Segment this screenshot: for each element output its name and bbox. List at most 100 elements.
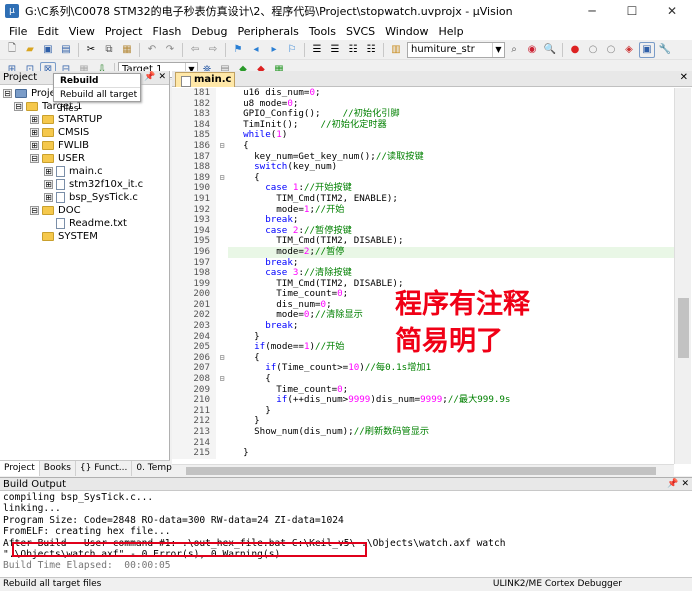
fold-marker-icon[interactable]: ⊟ [216,141,228,152]
fold-marker-icon [216,300,228,311]
code-line[interactable]: 213 Show_num(dis_num);//刷新数码管显示 [172,426,674,438]
build-output-text[interactable]: compiling bsp_SysTick.c... linking... Pr… [0,491,692,572]
fold-marker-icon [216,385,228,396]
pin-icon[interactable]: 📌 [667,479,678,489]
find-in-files-icon[interactable]: ▥ [388,42,404,58]
tree-node-fwlib[interactable]: ⊞ FWLIB [0,139,169,152]
scroll-thumb[interactable] [678,298,689,358]
pin-icon[interactable]: 📌 [144,72,155,82]
menu-debug[interactable]: Debug [186,25,232,38]
save-icon[interactable]: ▣ [40,42,56,58]
copy-icon[interactable]: ⧉ [101,42,117,58]
fold-marker-icon [216,363,228,374]
menu-edit[interactable]: Edit [32,25,63,38]
menu-flash[interactable]: Flash [147,25,186,38]
breakpoint-icon[interactable]: ○ [585,42,601,58]
fold-marker-icon [216,332,228,343]
paste-icon[interactable]: ▦ [119,42,135,58]
close-button[interactable]: ✕ [652,0,692,22]
fold-marker-icon [216,342,228,353]
menu-help[interactable]: Help [434,25,469,38]
code-line[interactable]: 196 mode=2;//暂停 [172,246,674,258]
tree-node-cmsis[interactable]: ⊞ CMSIS [0,126,169,139]
clear-bookmarks-icon[interactable]: ⚐ [284,42,300,58]
tree-node-system[interactable]: SYSTEM [0,230,169,243]
tree-node-doc[interactable]: ⊟ DOC [0,204,169,217]
fold-marker-icon [216,321,228,332]
fold-marker-icon [216,395,228,406]
uvision-app-icon: µ [5,4,19,18]
fold-marker-icon [216,205,228,216]
code-area[interactable]: 181 u16 dis_num=0; 182 u8 mode=0; 183 GPIO… [172,88,674,464]
menu-view[interactable]: View [64,25,100,38]
fold-marker-icon [216,438,228,449]
incremental-find-icon[interactable]: ◉ [524,42,540,58]
fold-marker-icon[interactable]: ⊟ [216,173,228,184]
indent-icon[interactable]: ☰ [309,42,325,58]
output-line: FromELF: creating hex file... [3,526,171,538]
code-editor: main.c ✕ 181 u16 dis_num=0; 182 u8 mode=0… [172,71,692,476]
fold-marker-icon [216,130,228,141]
bookmark-icon[interactable]: ⚑ [230,42,246,58]
nav-back-icon[interactable]: ⇦ [187,42,203,58]
undo-icon[interactable]: ↶ [144,42,160,58]
fold-marker-icon [216,427,228,438]
close-panel-icon[interactable]: ✕ [158,72,166,82]
annotation-overlay: 程序有注释 简易明了 [395,286,530,360]
tree-node-startup[interactable]: ⊞ STARTUP [0,113,169,126]
configure-icon[interactable]: 🔧 [657,42,673,58]
horizontal-scrollbar[interactable] [172,464,674,476]
minimize-button[interactable]: ─ [572,0,612,22]
tree-node-stm32f10x-it-c[interactable]: ⊞ stm32f10x_it.c [0,178,169,191]
tree-node-readme[interactable]: Readme.txt [0,217,169,230]
close-panel-icon[interactable]: ✕ [681,479,689,489]
new-file-icon[interactable]: 🗋 [4,42,20,58]
code-line[interactable]: 181 u16 dis_num=0; [172,88,674,99]
result-highlight-box [12,542,367,557]
open-folder-icon[interactable]: ▰ [22,42,38,58]
chevron-down-icon: ▼ [492,42,504,57]
fold-marker-icon [216,416,228,427]
scroll-thumb[interactable] [186,467,656,475]
fold-marker-icon[interactable]: ⊟ [216,374,228,385]
menu-tools[interactable]: Tools [304,25,341,38]
fold-marker-icon [216,120,228,131]
output-line: Program Size: Code=2848 RO-data=300 RW-d… [3,514,344,526]
close-tab-icon[interactable]: ✕ [680,72,688,83]
vertical-scrollbar[interactable] [674,88,691,464]
next-bookmark-icon[interactable]: ▸ [266,42,282,58]
maximize-button[interactable]: ☐ [612,0,652,22]
code-line[interactable]: 191 TIM_Cmd(TIM2, ENABLE); [172,193,674,205]
menu-window[interactable]: Window [380,25,433,38]
folder-icon [26,102,38,111]
tab-functions[interactable]: {} Funct... [76,461,133,476]
code-line[interactable]: 215 } [172,448,674,459]
menu-project[interactable]: Project [100,25,148,38]
find-combo[interactable]: humiture_str ▼ [407,41,505,58]
fold-marker-icon[interactable]: ⊟ [216,353,228,364]
window-layout-icon[interactable]: ▣ [639,41,655,58]
tab-books[interactable]: Books [40,461,76,476]
fold-marker-icon [216,99,228,110]
debug-start-icon[interactable]: ● [567,42,583,58]
save-all-icon[interactable]: ▤ [58,42,74,58]
disable-breakpoint-icon[interactable]: ○ [603,42,619,58]
tab-project[interactable]: Project [0,461,40,476]
kill-breakpoints-icon[interactable]: ◈ [621,42,637,58]
unindent-icon[interactable]: ☰ [327,42,343,58]
nav-forward-icon[interactable]: ⇨ [205,42,221,58]
tab-main-c[interactable]: main.c [175,72,235,87]
menu-peripherals[interactable]: Peripherals [233,25,304,38]
uncomment-icon[interactable]: ☷ [363,42,379,58]
comment-icon[interactable]: ☷ [345,42,361,58]
find-icon[interactable]: ⌕ [506,42,522,58]
prev-bookmark-icon[interactable]: ◂ [248,42,264,58]
tree-node-user[interactable]: ⊟ USER [0,152,169,165]
redo-icon[interactable]: ↷ [162,42,178,58]
tree-node-bsp-systick-c[interactable]: ⊞ bsp_SysTick.c [0,191,169,204]
cut-icon[interactable]: ✂ [83,42,99,58]
tree-node-main-c[interactable]: ⊞ main.c [0,165,169,178]
search-icon[interactable]: 🔍 [542,42,558,58]
menu-file[interactable]: File [4,25,32,38]
menu-svcs[interactable]: SVCS [341,25,380,38]
